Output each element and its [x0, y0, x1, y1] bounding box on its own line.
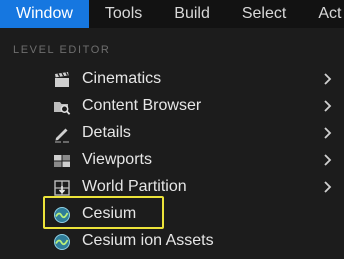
viewports-grid-icon: [54, 155, 70, 167]
menu-entry-label: Content Browser: [82, 97, 202, 114]
menu-entry-label: Details: [82, 124, 131, 141]
menu-entry-details[interactable]: Details: [0, 120, 344, 147]
menu-entry-viewports[interactable]: Viewports: [0, 147, 344, 174]
menu-bar: Window Tools Build Select Act: [0, 0, 344, 28]
menu-entry-cesium-ion-assets[interactable]: Cesium ion Assets: [0, 228, 344, 255]
menu-build[interactable]: Build: [158, 0, 226, 28]
menu-entry-label: Cinematics: [82, 70, 162, 87]
cesium-globe-icon: [54, 234, 70, 250]
menu-entry-label: Viewports: [82, 151, 152, 168]
details-pencil-icon: [55, 128, 69, 143]
menu-select[interactable]: Select: [226, 0, 302, 28]
world-partition-icon: [54, 180, 70, 196]
menu-window[interactable]: Window: [0, 0, 89, 28]
menu-entry-label: World Partition: [82, 178, 187, 195]
chevron-right-icon: [324, 181, 332, 193]
menu-tools[interactable]: Tools: [89, 0, 158, 28]
chevron-right-icon: [324, 100, 332, 112]
chevron-right-icon: [324, 127, 332, 139]
menu-entry-cinematics[interactable]: Cinematics: [0, 66, 344, 93]
clapperboard-icon: [55, 72, 69, 87]
section-header-level-editor: LEVEL EDITOR: [13, 44, 111, 56]
menu-entry-content-browser[interactable]: Content Browser: [0, 93, 344, 120]
menu-entry-label: Cesium ion Assets: [82, 232, 214, 249]
content-browser-icon: [54, 102, 71, 115]
chevron-right-icon: [324, 73, 332, 85]
menu-actor[interactable]: Act: [302, 0, 344, 28]
highlight-box: [43, 196, 164, 229]
chevron-right-icon: [324, 154, 332, 166]
